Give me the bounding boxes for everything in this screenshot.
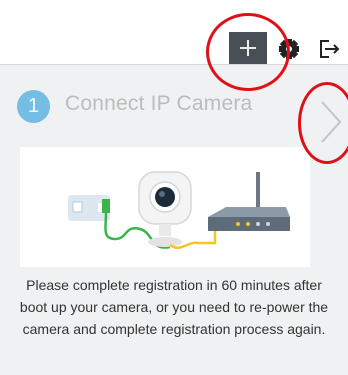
logout-button[interactable] xyxy=(315,35,343,63)
camera-connection-illustration xyxy=(20,147,310,267)
annotation-circle-add-button xyxy=(206,13,290,91)
top-toolbar xyxy=(0,0,348,65)
annotation-circle-next-arrow xyxy=(298,82,348,164)
router-icon xyxy=(208,172,290,231)
registration-instructions: Please complete registration in 60 minut… xyxy=(19,277,329,337)
step-number-badge: 1 xyxy=(17,90,50,123)
logout-icon xyxy=(320,40,340,58)
camera-setup-illustration xyxy=(68,171,290,250)
ip-camera-icon xyxy=(138,171,192,247)
step-title: Connect IP Camera xyxy=(65,92,253,115)
